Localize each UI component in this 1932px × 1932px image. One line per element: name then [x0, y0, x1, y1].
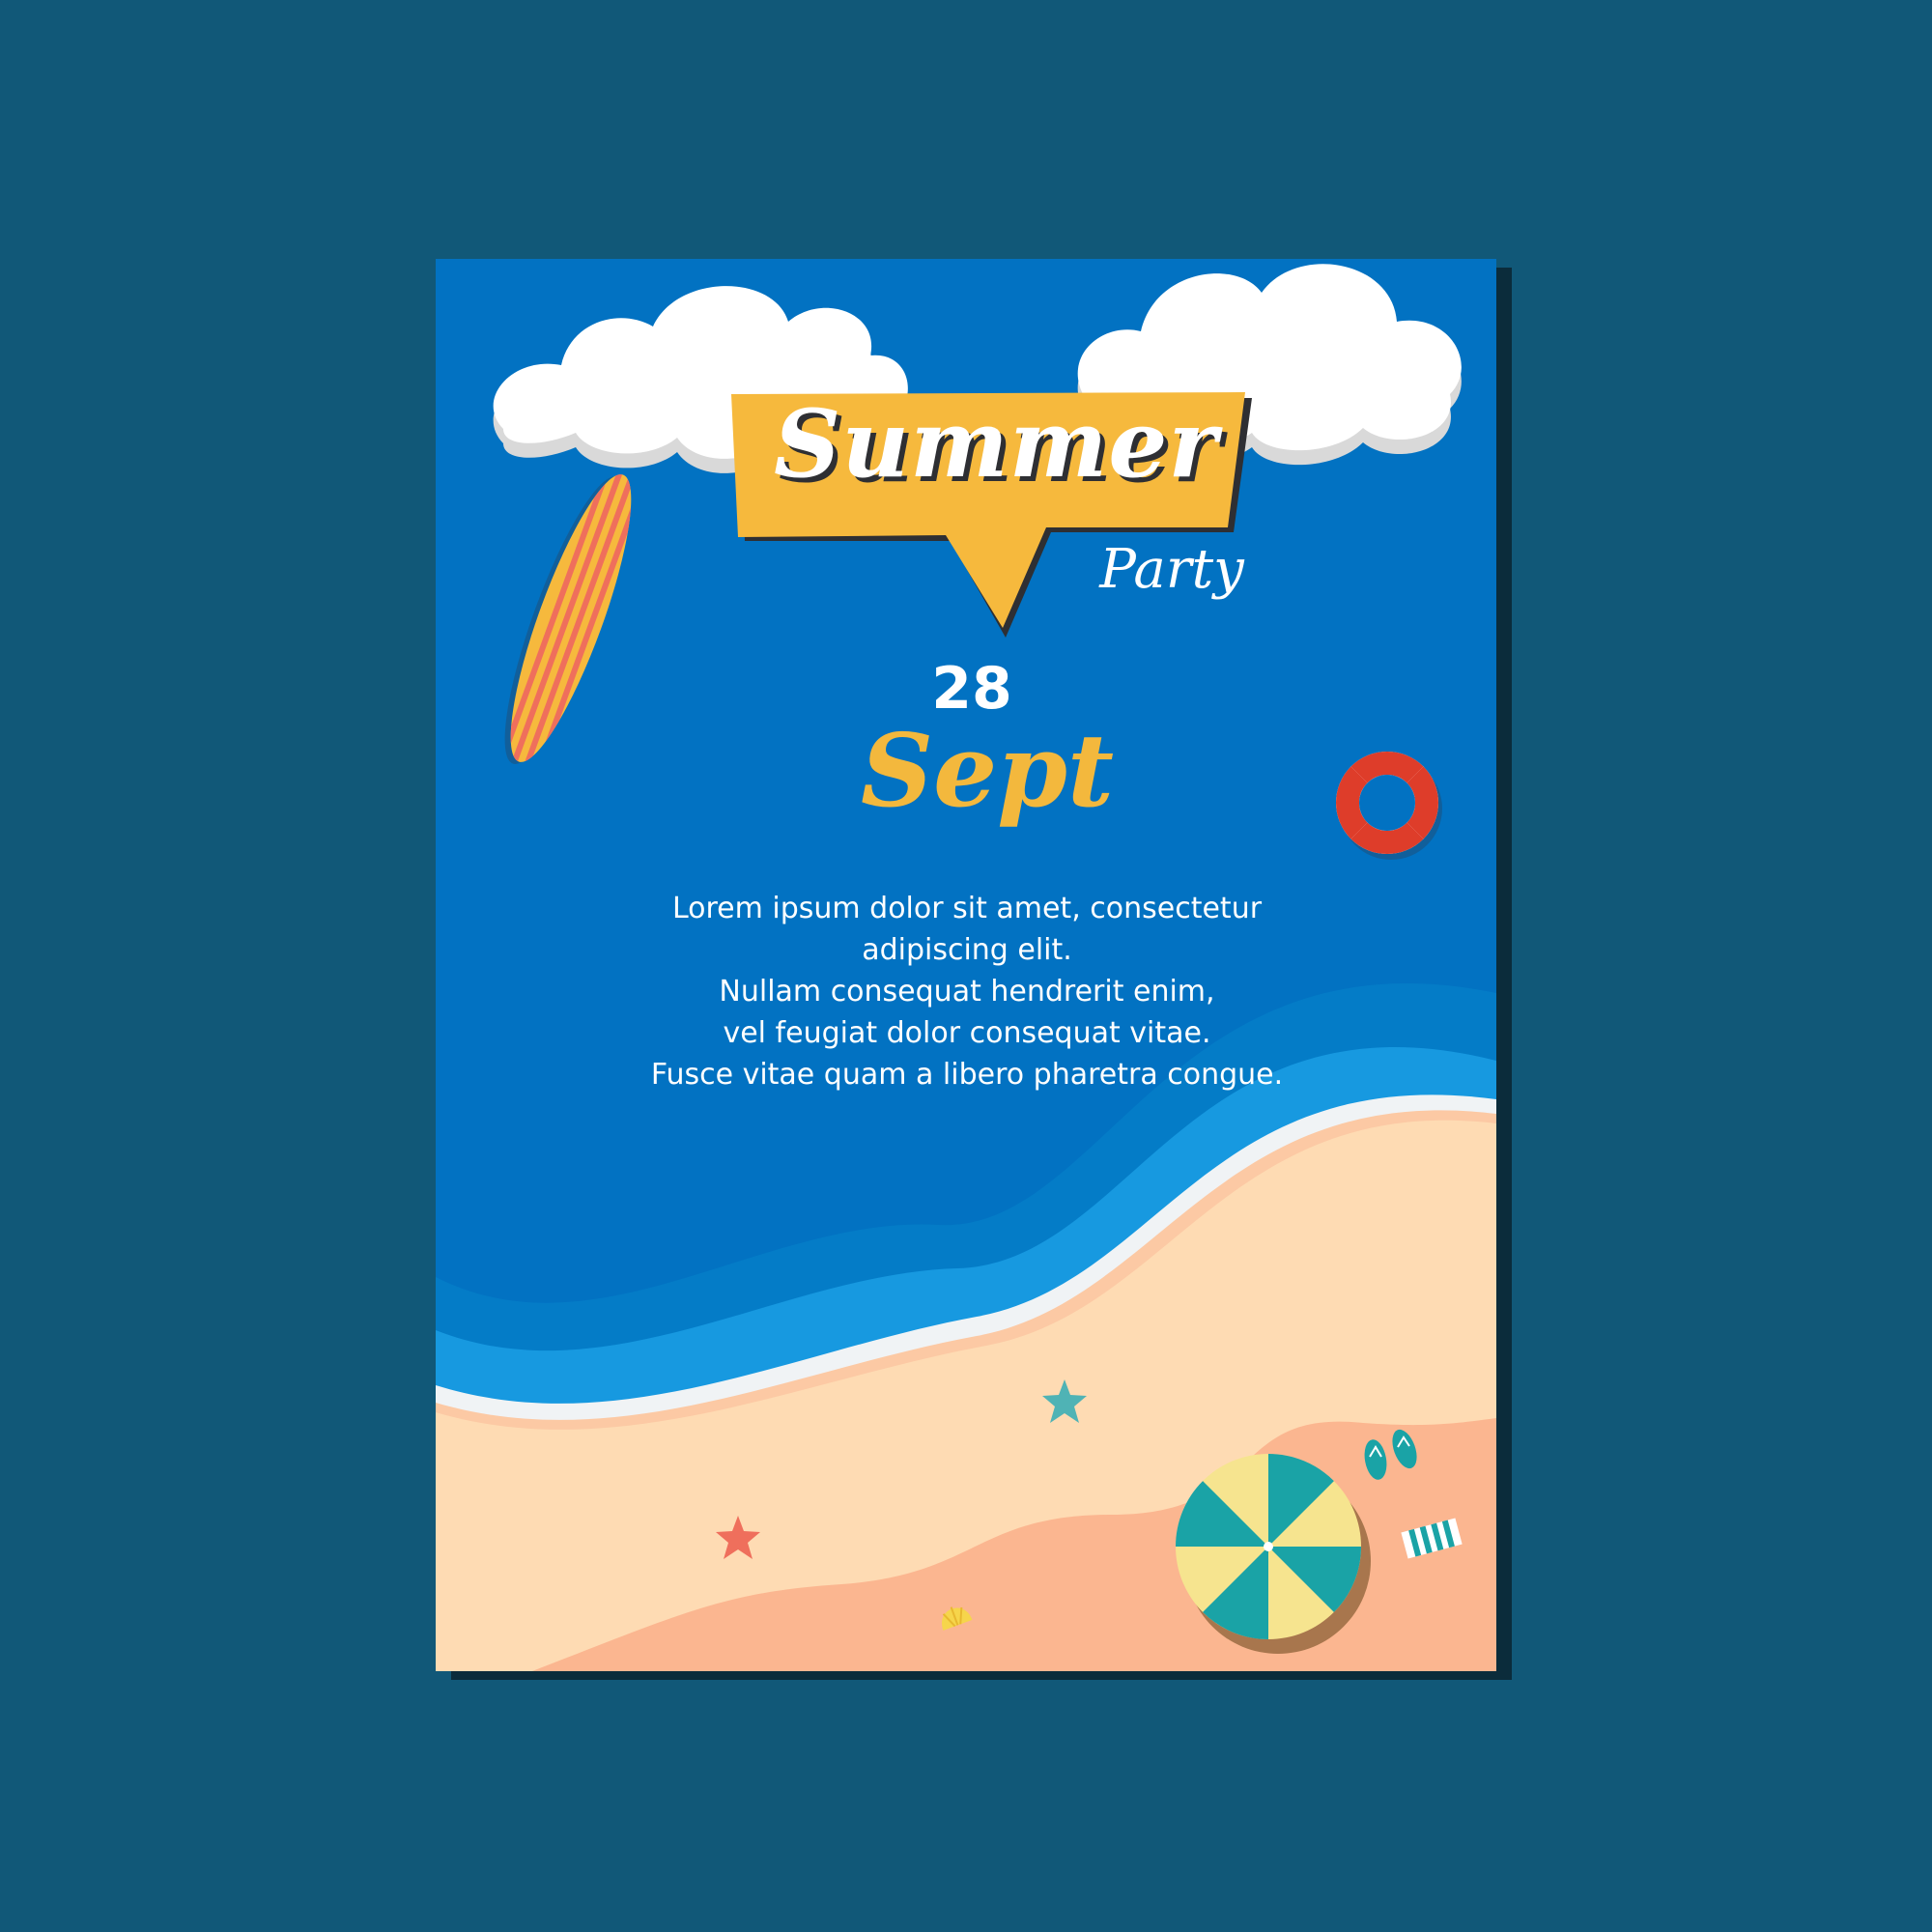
body-line: Nullam consequat hendrerit enim,: [719, 975, 1215, 1009]
flyer-title: Summer: [774, 389, 1218, 498]
body-line: Lorem ipsum dolor sit amet, consectetur: [671, 892, 1263, 925]
body-line: adipiscing elit.: [862, 933, 1072, 967]
summer-party-flyer: Summer Party 28 Sept Lorem ipsum dolor s…: [436, 259, 1496, 1671]
body-line: Fusce vitae quam a libero pharetra congu…: [650, 1058, 1284, 1092]
flyer-body-text: Lorem ipsum dolor sit amet, consectetur …: [648, 888, 1286, 1095]
event-date-month: Sept: [861, 711, 1115, 830]
body-line: vel feugiat dolor consequat vitae.: [723, 1016, 1211, 1050]
flyer-subtitle: Party: [1099, 538, 1244, 601]
